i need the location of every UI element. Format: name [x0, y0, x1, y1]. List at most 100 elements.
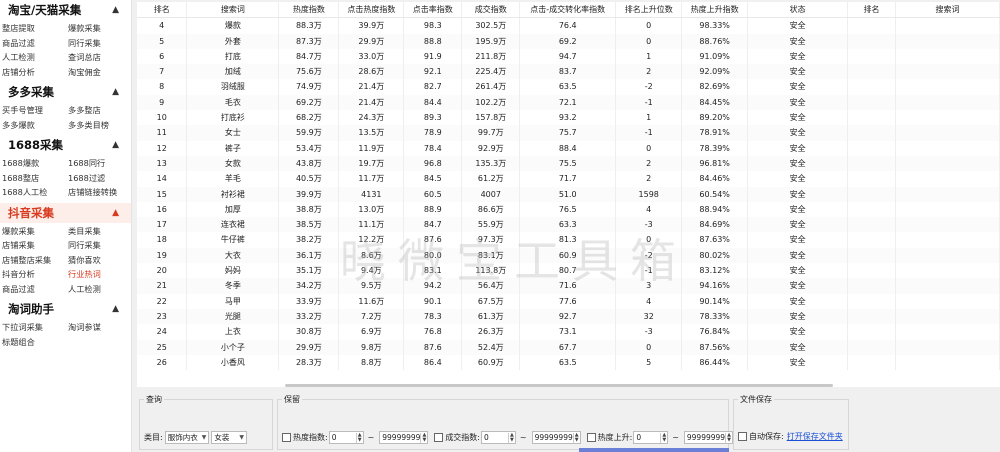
sidebar-item[interactable]: 多多类目榜	[68, 118, 131, 133]
sidebar-section-header[interactable]: 淘宝/天猫采集 ▲	[0, 0, 131, 20]
heat-index-min-stepper[interactable]: 0 ▲ ▼	[328, 431, 364, 444]
heat-rise-checkbox[interactable]	[586, 433, 596, 442]
table-row[interactable]: 23 光腿 33.2万 7.2万 78.3 61.3万 92.7 32 78.33% 安全	[137, 308, 1000, 325]
sidebar-item[interactable]: 行业热词	[68, 267, 131, 282]
auto-save-checkbox[interactable]	[738, 432, 747, 441]
table-row[interactable]: 18 牛仔裤 38.2万 12.2万 87.6 97.3万 81.3 0 87.63% 安全	[137, 232, 1000, 248]
sidebar-item[interactable]: 商品过滤	[2, 282, 68, 297]
deal-index-min-stepper[interactable]: 0 ▲ ▼	[481, 431, 516, 444]
sidebar-item[interactable]: 店铺整店采集	[2, 253, 68, 268]
chevron-up-icon[interactable]: ▲	[112, 0, 119, 20]
sidebar-section-header[interactable]: 1688采集 ▲	[0, 135, 131, 155]
column-header[interactable]: 搜索词	[895, 2, 1000, 19]
category-select-primary[interactable]: 服饰内衣 ▼	[164, 431, 210, 444]
table-row[interactable]: 25 小个子 29.9万 9.8万 87.6 52.4万 67.7 0 87.56% 安全	[137, 339, 1000, 355]
sidebar-item[interactable]: 人工检测	[68, 282, 131, 297]
table-row[interactable]: 4 爆款 88.3万 39.9万 98.3 302.5万 76.4 0 98.33% 安全	[137, 17, 1000, 34]
sidebar-item[interactable]: 1688人工检	[2, 185, 68, 200]
sidebar-item[interactable]: 同行采集	[68, 36, 131, 51]
category-select-secondary[interactable]: 女装 ▼	[211, 431, 247, 444]
table-row[interactable]: 21 冬季 34.2万 9.5万 94.2 56.4万 71.6 3 94.16% 安全	[137, 278, 1000, 294]
heat-index-checkbox[interactable]	[282, 433, 291, 442]
column-header[interactable]: 点击率指数	[403, 2, 463, 19]
stepper-arrows-icon[interactable]: ▲ ▼	[725, 432, 732, 443]
chevron-up-icon[interactable]: ▲	[112, 135, 119, 155]
sidebar-item[interactable]: 店铺链接转换	[68, 185, 131, 200]
chevron-up-icon[interactable]: ▲	[112, 299, 119, 319]
sidebar-item[interactable]: 店铺采集	[2, 238, 68, 253]
sidebar-item[interactable]: 爆款采集	[2, 224, 68, 239]
column-header[interactable]: 排名	[137, 2, 188, 19]
stepper-arrows-icon[interactable]: ▲ ▼	[660, 432, 667, 443]
table-row[interactable]: 12 裤子 53.4万 11.9万 78.4 92.9万 88.4 0 78.39% 安全	[137, 140, 1000, 156]
column-header[interactable]: 成交指数	[461, 2, 521, 19]
sidebar-item[interactable]: 标题组合	[2, 335, 68, 350]
column-header[interactable]: 热度指数	[278, 2, 340, 19]
column-header[interactable]: 热度上升指数	[681, 2, 749, 19]
table-row[interactable]: 8 羽绒服 74.9万 21.4万 82.7 261.4万 63.5 -2 82.69% 安全	[137, 79, 1000, 95]
table-row[interactable]: 22 马甲 33.9万 11.6万 90.1 67.5万 77.6 4 90.14% 安全	[137, 293, 1000, 309]
deal-index-checkbox[interactable]	[434, 433, 444, 442]
heat-rise-min-stepper[interactable]: 0 ▲ ▼	[633, 431, 669, 444]
table-row[interactable]: 9 毛衣 69.2万 21.4万 84.4 102.2万 72.1 -1 84.45% 安全	[137, 94, 1000, 111]
chevron-up-icon[interactable]: ▲	[112, 203, 119, 223]
sidebar-item[interactable]: 查词总店	[68, 50, 131, 65]
stepper-arrows-icon[interactable]: ▲ ▼	[508, 432, 515, 443]
chevron-up-icon[interactable]: ▲	[112, 82, 119, 102]
sidebar-section-header[interactable]: 多多采集 ▲	[0, 82, 131, 102]
table-row[interactable]: 26 小香风 28.3万 8.8万 86.4 60.9万 63.5 5 86.44% 安全	[137, 354, 1000, 371]
sidebar-item[interactable]: 多多爆款	[2, 118, 68, 133]
sidebar-section-header[interactable]: 淘词助手 ▲	[0, 299, 131, 319]
table-row[interactable]: 20 妈妈 35.1万 9.4万 83.1 113.8万 80.7 -1 83.12% 安全	[137, 263, 1000, 279]
sidebar-item[interactable]: 人工检测	[2, 50, 68, 65]
horizontal-scrollbar[interactable]	[285, 384, 833, 387]
table-row[interactable]: 24 上衣 30.8万 6.9万 76.8 26.3万 73.1 -3 76.84% 安全	[137, 324, 1000, 340]
stepper-arrows-icon[interactable]: ▲ ▼	[355, 432, 363, 443]
sidebar-item[interactable]: 1688过滤	[68, 171, 131, 186]
heat-rise-max-stepper[interactable]: 99999999 ▲ ▼	[683, 431, 733, 444]
table-row[interactable]: 13 女款 43.8万 19.7万 96.8 135.3万 75.5 2 96.81% 安全	[137, 155, 1000, 172]
column-header[interactable]: 搜索词	[186, 2, 280, 19]
sidebar-item[interactable]: 淘词参谋	[68, 320, 131, 335]
table-row[interactable]: 15 衬衫裙 39.9万 4131 60.5 4007 51.0 1598 60.54% 安全	[137, 186, 1000, 202]
table-row[interactable]: 17 连衣裙 38.5万 11.1万 84.7 55.9万 63.3 -3 84.69% 安全	[137, 217, 1000, 233]
sidebar-item[interactable]: 爆款采集	[68, 21, 131, 36]
table-row[interactable]: 10 打底衫 68.2万 24.3万 89.3 157.8万 93.2 1 89.20% 安全	[137, 110, 1000, 126]
sidebar-item[interactable]: 同行采集	[68, 238, 131, 253]
table-row[interactable]: 5 外套 87.3万 29.9万 88.8 195.9万 69.2 0 88.76% 安全	[137, 33, 1000, 49]
sidebar-item[interactable]: 商品过滤	[2, 36, 68, 51]
sidebar-item[interactable]: 猜你喜欢	[68, 253, 131, 268]
column-header[interactable]: 点击-成交转化率指数	[519, 2, 617, 19]
table-row[interactable]: 14 羊毛 40.5万 11.7万 84.5 61.2万 71.7 2 84.46% 安全	[137, 171, 1000, 187]
action-button[interactable]	[579, 448, 729, 452]
open-save-folder-link[interactable]: 打开保存文件夹	[787, 431, 843, 442]
column-header[interactable]: 排名上升位数	[615, 2, 683, 19]
sidebar-item[interactable]: 抖音分析	[2, 267, 68, 282]
sidebar-item[interactable]: 整店提取	[2, 21, 68, 36]
deal-index-max-stepper[interactable]: 99999999 ▲ ▼	[531, 431, 581, 444]
sidebar-item[interactable]: 1688整店	[2, 171, 68, 186]
sidebar-item[interactable]: 1688同行	[68, 156, 131, 171]
stepper-arrows-icon[interactable]: ▲ ▼	[572, 432, 580, 443]
stepper-arrows-icon[interactable]: ▲ ▼	[420, 432, 427, 443]
table-cell-empty	[847, 110, 896, 126]
sidebar-item[interactable]: 店铺分析	[2, 65, 68, 80]
sidebar-section-header[interactable]: 抖音采集 ▲	[0, 202, 131, 223]
sidebar-item[interactable]: 买手号管理	[2, 103, 68, 118]
table-row[interactable]: 7 加绒 75.6万 28.6万 92.1 225.4万 83.7 2 92.09% 安全	[137, 64, 1000, 80]
sidebar-item[interactable]: 1688爆款	[2, 156, 68, 171]
sidebar-item[interactable]: 类目采集	[68, 224, 131, 239]
table-row[interactable]: 16 加厚 38.8万 13.0万 88.9 86.6万 76.5 4 88.94% 安全	[137, 201, 1000, 218]
table-cell: 34.2万	[278, 278, 340, 294]
table-row[interactable]: 6 打底 84.7万 33.0万 91.9 211.8万 94.7 1 91.09% 安全	[137, 48, 1000, 65]
column-header[interactable]: 排名	[847, 2, 896, 19]
heat-index-max-stepper[interactable]: 99999999 ▲ ▼	[379, 431, 429, 444]
column-header[interactable]: 点击热度指数	[338, 2, 405, 19]
column-header[interactable]: 状态	[747, 2, 849, 19]
sidebar-item[interactable]: 下拉词采集	[2, 320, 68, 335]
table-row[interactable]: 19 大衣 36.1万 8.6万 80.0 83.1万 60.9 -2 80.02% 安全	[137, 247, 1000, 264]
table-row[interactable]: 11 女士 59.9万 13.5万 78.9 99.7万 75.7 -1 78.91% 安全	[137, 125, 1000, 141]
results-table-container[interactable]: 排名 搜索词 热度指数 点击热度指数 点击率指数 成交指数 点击-成交转化率指数 排名上升位数…	[137, 2, 1000, 387]
sidebar-item[interactable]: 淘宝佣金	[68, 65, 131, 80]
sidebar-item[interactable]: 多多整店	[68, 103, 131, 118]
